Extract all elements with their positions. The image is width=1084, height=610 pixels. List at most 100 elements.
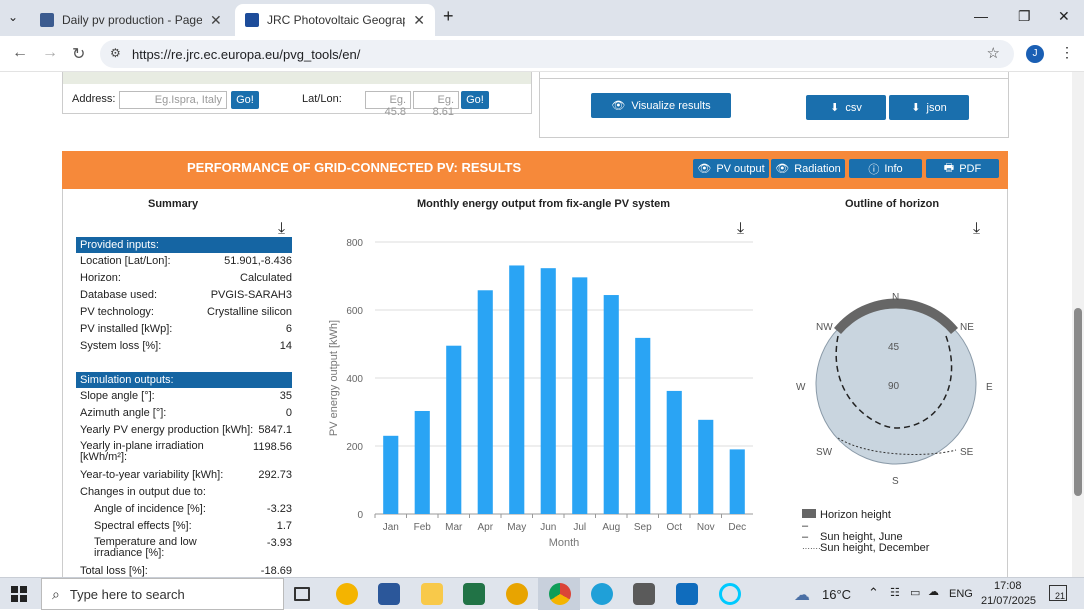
csv-download-button[interactable]: ⬇ csv	[806, 95, 886, 120]
map-edge	[63, 72, 531, 84]
tab-daily-pv[interactable]: Daily pv production - Page 222 ✕	[30, 4, 235, 36]
summary-key: Database used:	[80, 289, 158, 301]
scrollbar-thumb[interactable]	[1074, 308, 1082, 496]
compass-s: S	[892, 476, 899, 487]
tab-jrc-pvgis[interactable]: JRC Photovoltaic Geographical ✕	[235, 4, 435, 36]
lat-input[interactable]: Eg. 45.8	[365, 91, 411, 118]
summary-value: 35	[279, 390, 292, 402]
bar-oct	[666, 390, 682, 514]
x-tick-label: Oct	[666, 522, 682, 533]
browser-menu-icon[interactable]: ⋮	[1060, 44, 1074, 61]
summary-key: Total loss [%]:	[80, 565, 148, 577]
summary-value: PVGIS-SARAH3	[210, 289, 292, 301]
clock-time[interactable]: 17:08	[994, 580, 1022, 592]
browser-tab-bar: ⌄ Daily pv production - Page 222 ✕ JRC P…	[0, 0, 1084, 36]
pdf-button[interactable]: 🖶 PDF	[926, 159, 999, 178]
x-tick-label: Aug	[602, 522, 620, 533]
lon-input[interactable]: Eg. 8.61	[413, 91, 459, 118]
summary-key: PV technology:	[80, 306, 154, 318]
chrome-canary-icon[interactable]	[336, 583, 358, 605]
legend-sun-december: ·······Sun height, December	[802, 542, 930, 554]
bar-jan	[383, 435, 399, 514]
chrome-icon[interactable]	[549, 583, 571, 605]
address-bar: ← → ↻ ⚙ https://re.jrc.ec.europa.eu/pvg_…	[0, 36, 1084, 72]
dotted-line-icon: ·······	[802, 544, 821, 553]
y-tick-label: 600	[346, 306, 363, 317]
language-indicator[interactable]: ENG	[949, 588, 973, 600]
address-go-button[interactable]: Go!	[231, 91, 259, 109]
minimize-icon[interactable]: —	[974, 8, 988, 24]
summary-key: Year-to-year variability [kWh]:	[80, 469, 224, 481]
word-icon[interactable]	[378, 583, 400, 605]
summary-value: Calculated	[240, 272, 292, 284]
new-tab-button[interactable]: +	[443, 6, 454, 27]
display-icon[interactable]: ▭	[910, 586, 920, 599]
page-content: Address: Eg.Ispra, Italy Go! Lat/Lon: Eg…	[0, 72, 1084, 577]
bookmark-star-icon[interactable]: ☆	[987, 44, 1000, 62]
summary-key: Temperature and low irradiance [%]:	[94, 536, 197, 559]
close-window-icon[interactable]: ✕	[1058, 8, 1070, 25]
y-axis-label: PV energy output [kWh]	[328, 320, 340, 436]
chart-title: Monthly energy output from fix-angle PV …	[417, 198, 671, 210]
notification-badge[interactable]: 21	[1049, 585, 1067, 601]
edge-icon[interactable]	[591, 583, 613, 605]
compass-n: N	[892, 292, 899, 303]
site-info-icon[interactable]: ⚙	[110, 46, 121, 60]
profile-avatar[interactable]: J	[1026, 45, 1044, 63]
x-tick-label: Jan	[383, 522, 399, 533]
pv-output-button[interactable]: 👁 PV output	[693, 159, 769, 178]
visualize-results-button[interactable]: 👁 Visualize results	[591, 93, 731, 118]
horizon-download-icon[interactable]: ⤓	[973, 220, 980, 238]
close-tab-icon[interactable]: ✕	[413, 12, 425, 29]
windows-start-icon[interactable]	[11, 586, 27, 602]
clock-date[interactable]: 21/07/2025	[981, 595, 1036, 607]
tray-chevron-icon[interactable]: ⌃	[868, 585, 879, 601]
summary-download-icon[interactable]: ⤓	[278, 220, 285, 238]
y-tick-label: 400	[346, 374, 363, 385]
eu-flag-favicon-icon	[245, 13, 259, 27]
search-placeholder: Type here to search	[69, 586, 185, 602]
json-download-button[interactable]: ⬇ json	[889, 95, 969, 120]
alexa-icon[interactable]	[719, 583, 741, 605]
onedrive-icon[interactable]: ☁	[928, 585, 939, 598]
latlon-label: Lat/Lon:	[302, 93, 342, 105]
reload-icon[interactable]: ↻	[72, 44, 85, 64]
download-icon: ⬇	[830, 102, 840, 114]
temperature[interactable]: 16°C	[822, 587, 851, 602]
close-tab-icon[interactable]: ✕	[210, 12, 222, 29]
summary-key: System loss [%]:	[80, 340, 162, 352]
actions-panel: 👁 Visualize results ⬇ csv ⬇ json	[539, 72, 1009, 138]
url-field[interactable]: ⚙ https://re.jrc.ec.europa.eu/pvg_tools/…	[100, 40, 1014, 68]
store-icon[interactable]	[633, 583, 655, 605]
outlook-icon[interactable]	[676, 583, 698, 605]
summary-value: 5847.1	[258, 424, 292, 436]
legend-sun-june: – – Sun height, June	[802, 520, 903, 543]
tab-title: JRC Photovoltaic Geographical	[267, 13, 405, 27]
radiation-button[interactable]: 👁 Radiation	[771, 159, 845, 178]
excel-icon[interactable]	[463, 583, 485, 605]
gray-swatch-icon	[802, 509, 816, 518]
weather-cloud-icon[interactable]: ☁	[794, 585, 810, 605]
chrome-icon-2[interactable]	[506, 583, 528, 605]
summary-key: Slope angle [°]:	[80, 390, 155, 402]
address-input[interactable]: Eg.Ispra, Italy	[119, 91, 227, 109]
dashed-line-icon: – –	[802, 520, 809, 543]
back-icon[interactable]: ←	[12, 44, 28, 62]
network-icon[interactable]: ☷	[890, 586, 900, 599]
summary-key: Changes in output due to:	[80, 486, 206, 498]
restore-icon[interactable]: ❐	[1018, 8, 1031, 25]
bar-jul	[572, 277, 588, 514]
bar-apr	[477, 290, 493, 514]
provided-inputs-header: Provided inputs:	[76, 237, 292, 253]
task-view-icon[interactable]	[294, 587, 310, 601]
summary-key: PV installed [kWp]:	[80, 323, 173, 335]
summary-value: 6	[285, 323, 292, 335]
file-explorer-icon[interactable]	[421, 583, 443, 605]
latlon-go-button[interactable]: Go!	[461, 91, 489, 109]
location-form-panel: Address: Eg.Ispra, Italy Go! Lat/Lon: Eg…	[62, 72, 532, 118]
info-button[interactable]: ⓘ Info	[849, 159, 922, 178]
tab-search-icon[interactable]: ⌄	[8, 10, 18, 24]
forward-icon[interactable]: →	[42, 44, 58, 62]
taskbar-search-box[interactable]: ⌕ Type here to search	[41, 578, 284, 610]
summary-key: Azimuth angle [°]:	[80, 407, 167, 419]
